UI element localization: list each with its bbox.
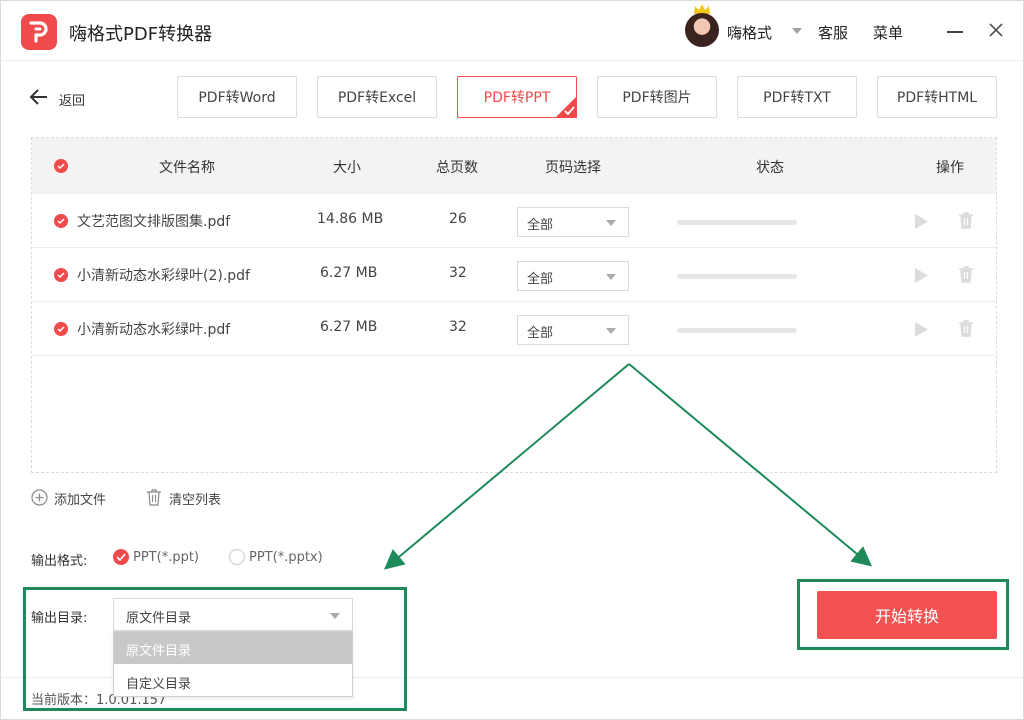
trash-icon[interactable] — [958, 319, 974, 337]
tab-label: PDF转PPT — [483, 90, 551, 106]
app-window: 嗨格式PDF转换器 嗨格式 客服 菜单 返回 PDF转Word PDF转Exce… — [0, 0, 1024, 720]
page-range-value: 全部 — [527, 218, 554, 233]
tab-label: PDF转HTML — [896, 90, 978, 106]
tab-pdf-to-html[interactable]: PDF转HTML — [877, 76, 997, 118]
play-icon[interactable] — [913, 267, 929, 284]
file-size: 14.86 MB — [317, 211, 384, 227]
start-convert-button[interactable]: 开始转换 — [817, 591, 997, 639]
trash-icon — [147, 489, 161, 506]
app-title: 嗨格式PDF转换器 — [69, 24, 213, 45]
play-icon[interactable] — [913, 213, 929, 230]
tab-label: PDF转TXT — [763, 90, 831, 106]
row-checkbox[interactable] — [54, 214, 68, 228]
output-dir-value: 原文件目录 — [126, 611, 192, 626]
customer-service-button[interactable]: 客服 — [818, 22, 848, 43]
table-header: 文件名称 大小 总页数 页码选择 状态 操作 — [32, 138, 996, 194]
plus-circle-icon — [31, 489, 48, 506]
back-arrow-icon — [29, 89, 47, 105]
play-icon[interactable] — [913, 321, 929, 338]
file-pages: 32 — [449, 265, 467, 281]
output-dir-dropdown: 原文件目录 自定义目录 — [113, 631, 353, 697]
page-range-value: 全部 — [527, 272, 554, 287]
back-label: 返回 — [59, 94, 86, 109]
dropdown-option-custom-dir[interactable]: 自定义目录 — [114, 665, 352, 697]
active-check-icon — [555, 96, 577, 118]
header-actions: 操作 — [936, 160, 964, 176]
format-radio-pptx[interactable] — [229, 549, 245, 565]
tab-label: PDF转图片 — [622, 90, 692, 106]
output-format-label: 输出格式: — [31, 554, 88, 569]
file-size: 6.27 MB — [320, 265, 378, 281]
header-status: 状态 — [756, 160, 784, 176]
file-table: 文件名称 大小 总页数 页码选择 状态 操作 文艺范图文排版图集.pdf 14.… — [31, 137, 997, 473]
dropdown-option-original-dir[interactable]: 原文件目录 — [114, 632, 352, 664]
file-pages: 32 — [449, 319, 467, 335]
close-icon[interactable] — [987, 21, 1005, 39]
menu-button[interactable]: 菜单 — [873, 22, 903, 43]
chevron-down-icon — [606, 274, 616, 280]
clear-list-label: 清空列表 — [169, 493, 222, 508]
tab-label: PDF转Excel — [337, 90, 417, 106]
option-label: 原文件目录 — [126, 644, 192, 659]
tab-label: PDF转Word — [198, 90, 276, 106]
app-logo-icon — [21, 14, 57, 50]
row-checkbox[interactable] — [54, 268, 68, 282]
progress-bar — [677, 220, 797, 225]
trash-icon[interactable] — [958, 265, 974, 283]
tab-pdf-to-word[interactable]: PDF转Word — [177, 76, 297, 118]
progress-bar — [677, 274, 797, 279]
add-file-label: 添加文件 — [54, 493, 107, 508]
header-page-select: 页码选择 — [545, 160, 601, 176]
table-row: 文艺范图文排版图集.pdf 14.86 MB 26 全部 — [32, 194, 996, 248]
output-dir-label: 输出目录: — [31, 611, 88, 626]
file-name: 小清新动态水彩绿叶.pdf — [77, 322, 231, 338]
format-option-pptx[interactable]: PPT(*.pptx) — [249, 550, 323, 565]
user-name[interactable]: 嗨格式 — [727, 22, 772, 43]
tab-pdf-to-excel[interactable]: PDF转Excel — [317, 76, 437, 118]
file-pages: 26 — [449, 211, 467, 227]
user-avatar[interactable] — [685, 13, 719, 47]
chevron-down-icon — [606, 328, 616, 334]
header-file-name: 文件名称 — [159, 160, 215, 176]
format-option-ppt[interactable]: PPT(*.ppt) — [133, 550, 199, 565]
page-range-value: 全部 — [527, 326, 554, 341]
tab-pdf-to-image[interactable]: PDF转图片 — [597, 76, 717, 118]
table-row: 小清新动态水彩绿叶(2).pdf 6.27 MB 32 全部 — [32, 248, 996, 302]
progress-bar — [677, 328, 797, 333]
page-range-select[interactable]: 全部 — [517, 207, 629, 237]
page-range-select[interactable]: 全部 — [517, 261, 629, 291]
trash-icon[interactable] — [958, 211, 974, 229]
chevron-down-icon — [330, 613, 340, 619]
minimize-icon[interactable] — [947, 31, 963, 33]
option-label: 自定义目录 — [126, 677, 192, 692]
user-menu-caret-icon[interactable] — [792, 28, 802, 34]
header-size: 大小 — [333, 160, 361, 176]
row-checkbox[interactable] — [54, 322, 68, 336]
title-bar: 嗨格式PDF转换器 嗨格式 客服 菜单 — [1, 1, 1023, 61]
output-dir-select[interactable]: 原文件目录 — [113, 598, 353, 631]
tab-pdf-to-ppt[interactable]: PDF转PPT — [457, 76, 577, 118]
file-name: 文艺范图文排版图集.pdf — [77, 214, 231, 230]
select-all-checkbox[interactable] — [54, 159, 68, 173]
format-radio-ppt[interactable] — [113, 549, 129, 565]
header-pages: 总页数 — [436, 160, 478, 176]
file-size: 6.27 MB — [320, 319, 378, 335]
page-range-select[interactable]: 全部 — [517, 315, 629, 345]
table-row: 小清新动态水彩绿叶.pdf 6.27 MB 32 全部 — [32, 302, 996, 356]
chevron-down-icon — [606, 220, 616, 226]
tab-pdf-to-txt[interactable]: PDF转TXT — [737, 76, 857, 118]
file-name: 小清新动态水彩绿叶(2).pdf — [77, 268, 250, 284]
